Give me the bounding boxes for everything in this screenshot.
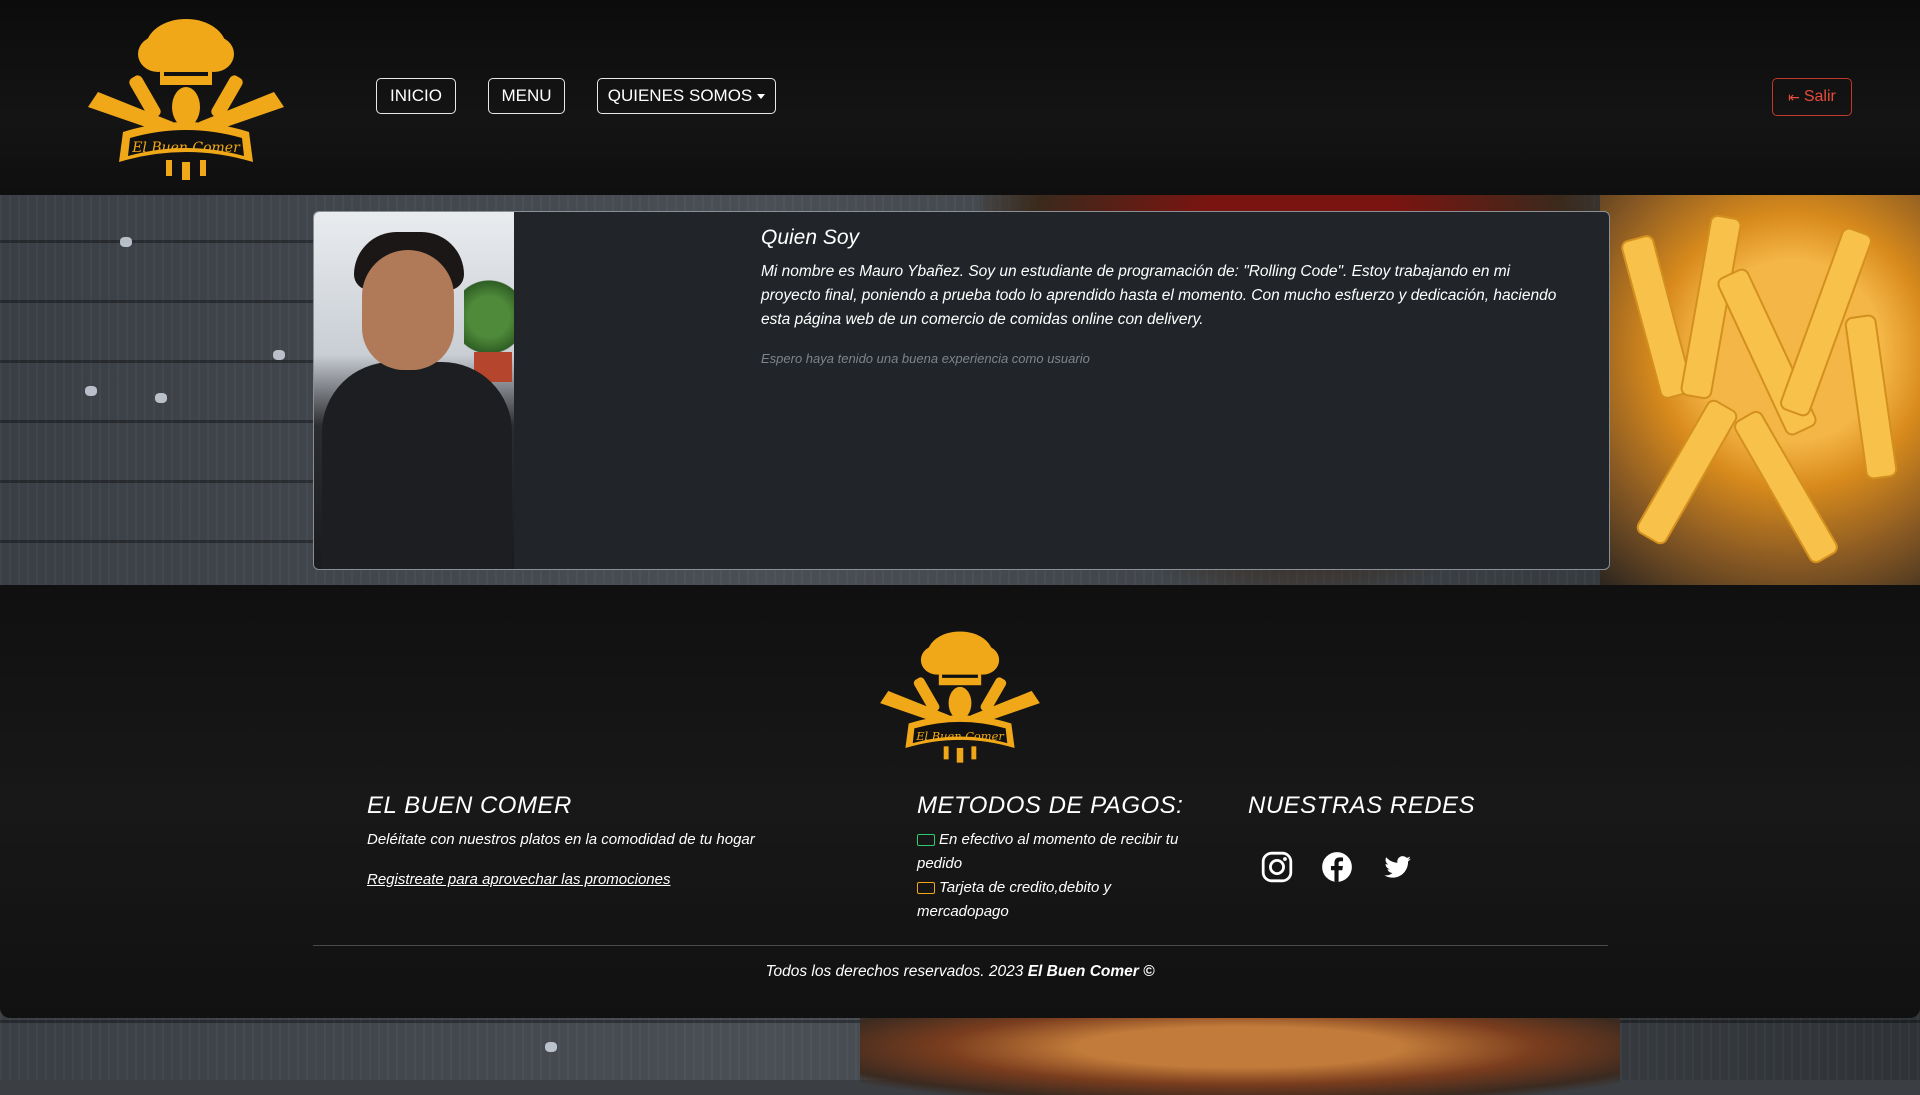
payment-card-item: Tarjeta de credito,debito y mercadopago [917, 876, 1177, 924]
card-text: Mi nombre es Mauro Ybañez. Soy un estudi… [761, 263, 1557, 328]
svg-text:El Buen Comer: El Buen Comer [915, 729, 1004, 743]
credit-card-icon [917, 882, 935, 895]
payment-card-label: Tarjeta de credito,debito y mercadopago [917, 879, 1112, 920]
payment-cash-label: En efectivo al momento de recibir tu ped… [917, 831, 1179, 872]
copyright-text: Todos los derechos reservados. 2023 [765, 963, 1028, 980]
nav-quienes-somos-label: QUIENES SOMOS [607, 86, 753, 105]
card-muted-text: Espero haya tenido una buena experiencia… [761, 351, 1090, 366]
register-link[interactable]: Registreate para aprovechar las promocio… [367, 868, 671, 892]
about-card: Quien Soy Mi nombre es Mauro Ybañez. Soy… [313, 211, 1610, 570]
nav-menu-button[interactable]: MENU [488, 78, 565, 114]
footer-tagline: Deléitate con nuestros platos en la como… [367, 831, 755, 848]
profile-photo [314, 212, 514, 569]
logout-label: Salir [1803, 88, 1836, 105]
copyright-brand: El Buen Comer © [1027, 963, 1155, 980]
nav-quienes-somos-dropdown[interactable]: QUIENES SOMOS [597, 78, 776, 114]
card-title: Quien Soy [761, 226, 860, 249]
copyright: Todos los derechos reservados. 2023 El B… [0, 963, 1920, 981]
svg-text:El Buen Comer: El Buen Comer [131, 140, 241, 156]
facebook-icon[interactable] [1320, 850, 1354, 884]
social-title: NUESTRAS REDES [1248, 792, 1476, 819]
instagram-icon[interactable] [1260, 850, 1294, 884]
footer-logo: El Buen Comer [872, 625, 1048, 765]
payment-cash-item: En efectivo al momento de recibir tu ped… [917, 828, 1217, 876]
top-navbar: El Buen Comer INICIO MENU QUIENES SOMOS … [0, 0, 1920, 195]
cash-icon [917, 834, 935, 847]
footer-brand-title: EL BUEN COMER [367, 792, 572, 819]
footer: El Buen Comer EL BUEN COMER Deléitate co… [0, 585, 1920, 1018]
logout-icon: ⇤ [1788, 88, 1800, 105]
twitter-icon[interactable] [1380, 850, 1414, 884]
payment-methods-title: METODOS DE PAGOS: [917, 792, 1184, 819]
fries-image [1600, 195, 1920, 585]
footer-divider [313, 945, 1608, 946]
brand-logo[interactable]: El Buen Comer [78, 12, 294, 182]
burger-image-bottom [860, 1015, 1620, 1095]
nav-inicio-button[interactable]: INICIO [376, 78, 456, 114]
logout-button[interactable]: ⇤ Salir [1772, 78, 1852, 116]
caret-down-icon [757, 93, 766, 99]
nav-menu-label: MENU [501, 86, 552, 105]
nav-inicio-label: INICIO [390, 86, 442, 105]
